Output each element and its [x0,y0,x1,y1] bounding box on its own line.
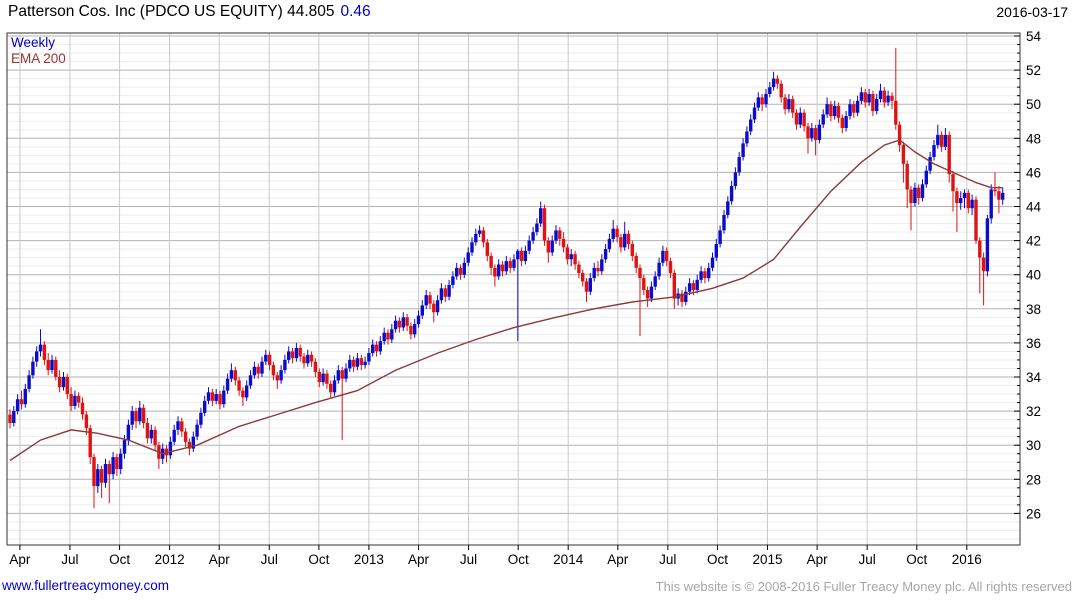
legend-timeframe: Weekly [11,35,56,50]
svg-text:32: 32 [1026,404,1041,419]
svg-text:44: 44 [1026,200,1042,215]
legend-ema: EMA 200 [11,51,66,66]
svg-text:Jul: Jul [858,552,875,567]
svg-text:Apr: Apr [607,552,629,567]
svg-text:Oct: Oct [906,552,927,567]
svg-text:Oct: Oct [308,552,329,567]
svg-text:2016: 2016 [952,552,982,567]
chart-legend: Weekly EMA 200 [11,35,66,67]
svg-text:Apr: Apr [408,552,430,567]
svg-text:36: 36 [1026,336,1041,351]
svg-text:40: 40 [1026,268,1041,283]
svg-text:Apr: Apr [807,552,829,567]
svg-text:48: 48 [1026,131,1041,146]
svg-text:Oct: Oct [707,552,728,567]
copyright-text: This website is © 2008-2016 Fuller Treac… [655,579,1072,594]
chart-page: Patterson Cos. Inc (PDCO US EQUITY) 44.8… [0,0,1075,600]
svg-text:2014: 2014 [553,552,584,567]
svg-text:2013: 2013 [354,552,384,567]
svg-text:46: 46 [1026,165,1041,180]
svg-text:28: 28 [1026,472,1041,487]
svg-text:42: 42 [1026,234,1041,249]
svg-text:34: 34 [1026,370,1042,385]
svg-text:Apr: Apr [9,552,31,567]
svg-text:Oct: Oct [508,552,529,567]
svg-text:Jul: Jul [261,552,278,567]
svg-text:Oct: Oct [109,552,130,567]
svg-text:26: 26 [1026,506,1041,521]
svg-text:2015: 2015 [752,552,782,567]
svg-text:Jul: Jul [460,552,477,567]
svg-text:54: 54 [1026,29,1042,44]
svg-text:52: 52 [1026,63,1041,78]
svg-text:Apr: Apr [209,552,231,567]
svg-text:Jul: Jul [61,552,78,567]
candlestick-chart: 26 28 30 32 34 36 38 40 42 44 46 48 50 52 54 Apr Jul Oct 2… [6,29,1042,567]
svg-text:2012: 2012 [155,552,185,567]
svg-text:38: 38 [1026,302,1041,317]
website-link[interactable]: www.fullertreacymoney.com [2,578,169,593]
svg-text:50: 50 [1026,97,1041,112]
svg-text:30: 30 [1026,438,1041,453]
svg-text:Jul: Jul [659,552,676,567]
